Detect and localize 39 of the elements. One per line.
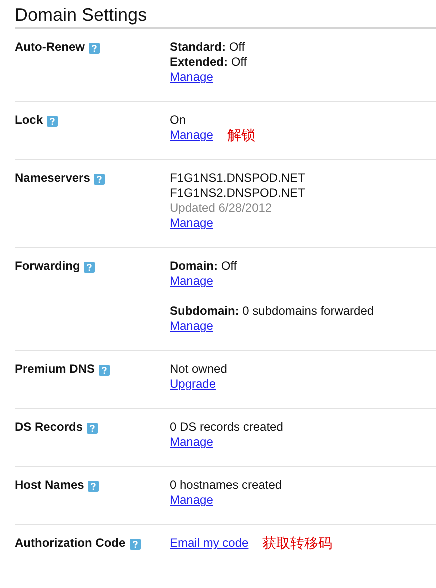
- setting-label: Auto-Renew: [15, 40, 85, 55]
- setting-label: Host Names: [15, 478, 84, 493]
- setting-label: Lock: [15, 113, 44, 128]
- setting-value: Not owned: [170, 362, 228, 377]
- updated-text: Updated 6/28/2012: [170, 201, 272, 216]
- setting-value: F1G1NS2.DNSPOD.NET: [170, 186, 306, 201]
- page-title: Domain Settings: [15, 4, 436, 29]
- setting-label: Nameservers: [15, 171, 90, 186]
- help-icon[interactable]: [88, 481, 100, 492]
- manage-link[interactable]: Manage: [170, 128, 214, 143]
- manage-link[interactable]: Manage: [170, 319, 214, 334]
- annotation-text: 获取转移码: [262, 536, 333, 551]
- manage-link[interactable]: Manage: [170, 70, 214, 85]
- manage-link[interactable]: Upgrade: [170, 377, 216, 392]
- setting-value: Domain: Off: [170, 259, 238, 274]
- help-icon[interactable]: [89, 43, 100, 54]
- help-icon[interactable]: [84, 262, 96, 273]
- manage-link[interactable]: Manage: [170, 216, 214, 231]
- setting-value: F1G1NS1.DNSPOD.NET: [170, 171, 306, 186]
- manage-link[interactable]: Manage: [170, 274, 214, 289]
- setting-label: DS Records: [15, 420, 84, 435]
- setting-value: 0 DS records created: [170, 420, 284, 435]
- setting-value: 0 hostnames created: [170, 478, 282, 493]
- manage-link[interactable]: Email my code: [170, 536, 249, 551]
- help-icon[interactable]: [47, 116, 58, 127]
- setting-value: Subdomain: 0 subdomains forwarded: [170, 304, 374, 319]
- setting-label: Authorization Code: [15, 536, 126, 551]
- help-icon[interactable]: [130, 539, 141, 550]
- help-icon[interactable]: [94, 174, 106, 185]
- setting-value: Standard: Off: [170, 40, 246, 55]
- annotation-text: 解锁: [227, 128, 256, 143]
- setting-label: Forwarding: [15, 259, 80, 274]
- help-icon[interactable]: [87, 423, 98, 434]
- setting-label: Premium DNS: [15, 362, 96, 377]
- help-icon[interactable]: [99, 365, 110, 376]
- setting-value: Extended: Off: [170, 55, 248, 70]
- setting-value: On: [170, 113, 186, 128]
- manage-link[interactable]: Manage: [170, 493, 214, 508]
- manage-link[interactable]: Manage: [170, 435, 214, 450]
